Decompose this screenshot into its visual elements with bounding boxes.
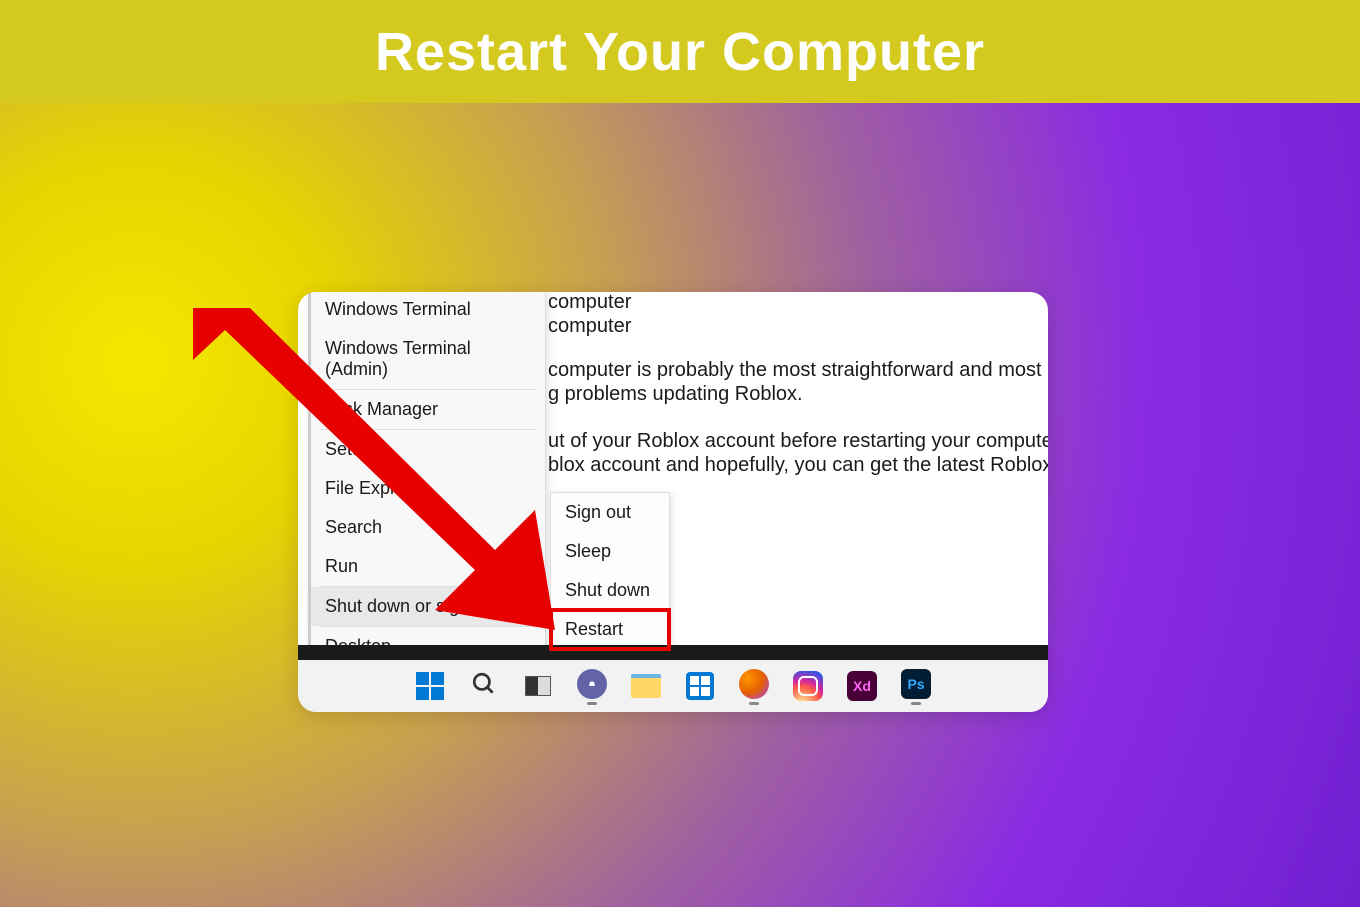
- bg-line: g problems updating Roblox.: [548, 383, 803, 405]
- taskbar-xd-button[interactable]: Xd: [845, 669, 879, 703]
- winx-context-menu: Windows Terminal Windows Terminal (Admin…: [308, 292, 546, 667]
- folder-icon: [631, 674, 661, 698]
- taskbar-store-button[interactable]: [683, 669, 717, 703]
- submenu-item-sign-out[interactable]: Sign out: [551, 493, 669, 532]
- running-indicator: [911, 702, 921, 705]
- menu-item-run[interactable]: Run: [311, 547, 545, 586]
- menu-item-file-explorer[interactable]: File Explorer: [311, 469, 545, 508]
- screenshot-frame: computer computer computer is probably t…: [298, 292, 1048, 712]
- menu-item-task-manager[interactable]: Task Manager: [311, 390, 545, 429]
- taskbar-firefox-button[interactable]: [737, 667, 771, 701]
- taskbar-photoshop-button[interactable]: Ps: [899, 667, 933, 701]
- taskbar: Xd Ps: [298, 660, 1048, 712]
- bg-line: computer is probably the most straightfo…: [548, 359, 1048, 381]
- power-submenu: Sign out Sleep Shut down Restart: [550, 492, 670, 650]
- task-view-button[interactable]: [521, 669, 555, 703]
- submenu-item-restart[interactable]: Restart: [551, 610, 669, 649]
- submenu-item-sleep[interactable]: Sleep: [551, 532, 669, 571]
- menu-item-windows-terminal-admin[interactable]: Windows Terminal (Admin): [311, 329, 545, 389]
- menu-item-windows-terminal[interactable]: Windows Terminal: [311, 292, 545, 329]
- search-icon: [471, 671, 497, 702]
- store-icon: [686, 672, 714, 700]
- header-bar: Restart Your Computer: [0, 0, 1360, 103]
- bg-line: ut of your Roblox account before restart…: [548, 430, 1048, 452]
- submenu-item-shut-down[interactable]: Shut down: [551, 571, 669, 610]
- running-indicator: [587, 702, 597, 705]
- firefox-icon: [739, 669, 769, 699]
- start-button[interactable]: [413, 669, 447, 703]
- teams-icon: [577, 669, 607, 699]
- adobe-xd-icon: Xd: [847, 671, 877, 701]
- taskbar-instagram-button[interactable]: [791, 669, 825, 703]
- taskbar-border: [298, 645, 1048, 660]
- menu-item-shutdown-or-signout[interactable]: Shut down or sign out: [311, 587, 545, 626]
- taskbar-teams-button[interactable]: [575, 667, 609, 701]
- bg-line: computer: [548, 314, 631, 338]
- windows-logo-icon: [416, 672, 444, 700]
- instagram-icon: [793, 671, 823, 701]
- photoshop-icon: Ps: [901, 669, 931, 699]
- task-view-icon: [525, 676, 551, 696]
- menu-item-settings[interactable]: Settings: [311, 430, 545, 469]
- menu-item-search[interactable]: Search: [311, 508, 545, 547]
- page-title: Restart Your Computer: [375, 21, 985, 83]
- running-indicator: [749, 702, 759, 705]
- bg-line: computer: [548, 292, 631, 314]
- taskbar-search-button[interactable]: [467, 669, 501, 703]
- bg-line: blox account and hopefully, you can get …: [548, 454, 1048, 476]
- taskbar-explorer-button[interactable]: [629, 669, 663, 703]
